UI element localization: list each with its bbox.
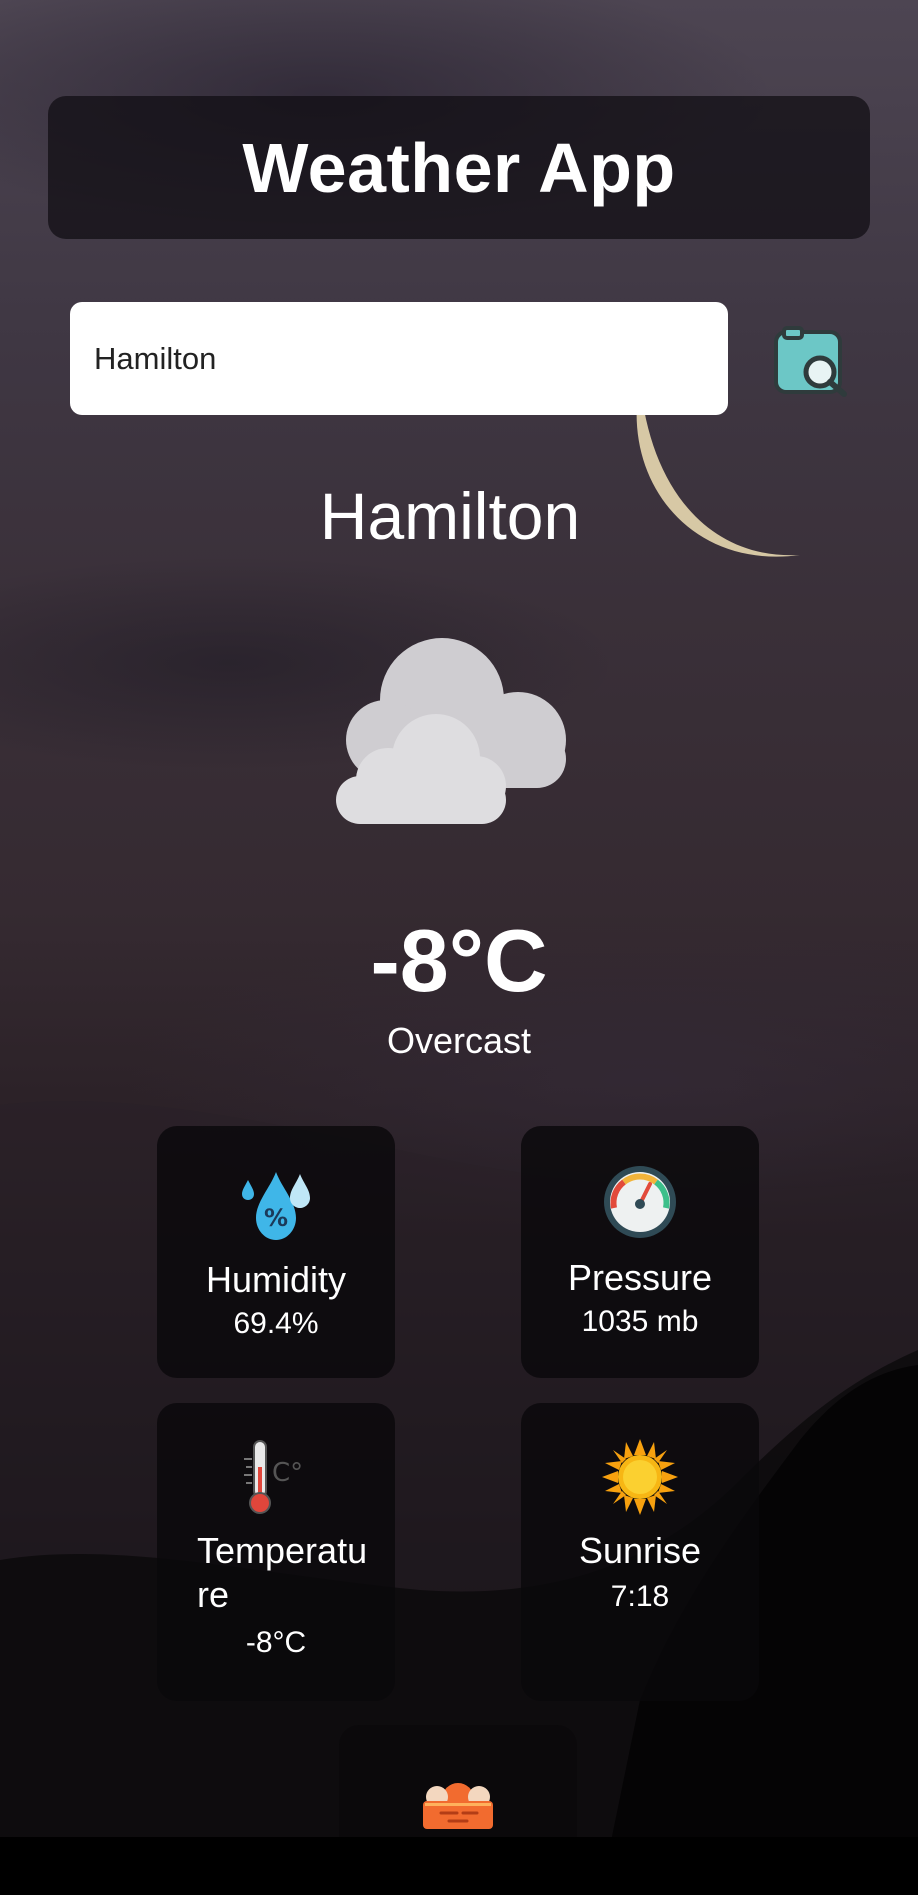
- temperature-card: C° Temperature -8°C: [157, 1403, 395, 1701]
- city-search-input[interactable]: [70, 302, 728, 415]
- humidity-card: % Humidity 69.4%: [157, 1126, 395, 1378]
- svg-text:%: %: [264, 1204, 288, 1232]
- image-search-icon: [774, 326, 847, 397]
- sunrise-value: 7:18: [610, 1580, 670, 1613]
- temperature-label: Temperature: [197, 1530, 368, 1615]
- humidity-label: Humidity: [205, 1259, 347, 1300]
- thermometer-icon: C°: [244, 1440, 303, 1514]
- current-temperature: -8°C: [370, 911, 548, 1010]
- sunset-card: [339, 1725, 577, 1837]
- humidity-value: 69.4%: [233, 1307, 319, 1340]
- sunrise-label: Sunrise: [578, 1530, 702, 1571]
- humidity-icon: %: [242, 1172, 310, 1240]
- app-header: Weather App: [48, 96, 870, 239]
- pressure-gauge-icon: [604, 1166, 676, 1238]
- city-name: Hamilton: [319, 479, 581, 553]
- search-button[interactable]: [774, 326, 848, 398]
- pressure-card: Pressure 1035 mb: [521, 1126, 759, 1378]
- cloudy-icon: [336, 638, 566, 824]
- thermometer-unit-text: C°: [272, 1458, 303, 1488]
- app-title: Weather App: [242, 128, 676, 207]
- sunrise-card: Sunrise 7:18: [521, 1403, 759, 1701]
- pressure-value: 1035 mb: [581, 1305, 699, 1338]
- bottom-bar: [0, 1837, 918, 1895]
- weather-condition: Overcast: [386, 1020, 532, 1061]
- sunset-icon: [423, 1783, 493, 1829]
- sun-icon: [602, 1439, 678, 1515]
- weather-app-screen: Weather App Hamilton -8°C Overcast: [0, 0, 918, 1895]
- pressure-label: Pressure: [567, 1257, 713, 1298]
- temperature-value: -8°C: [245, 1626, 307, 1659]
